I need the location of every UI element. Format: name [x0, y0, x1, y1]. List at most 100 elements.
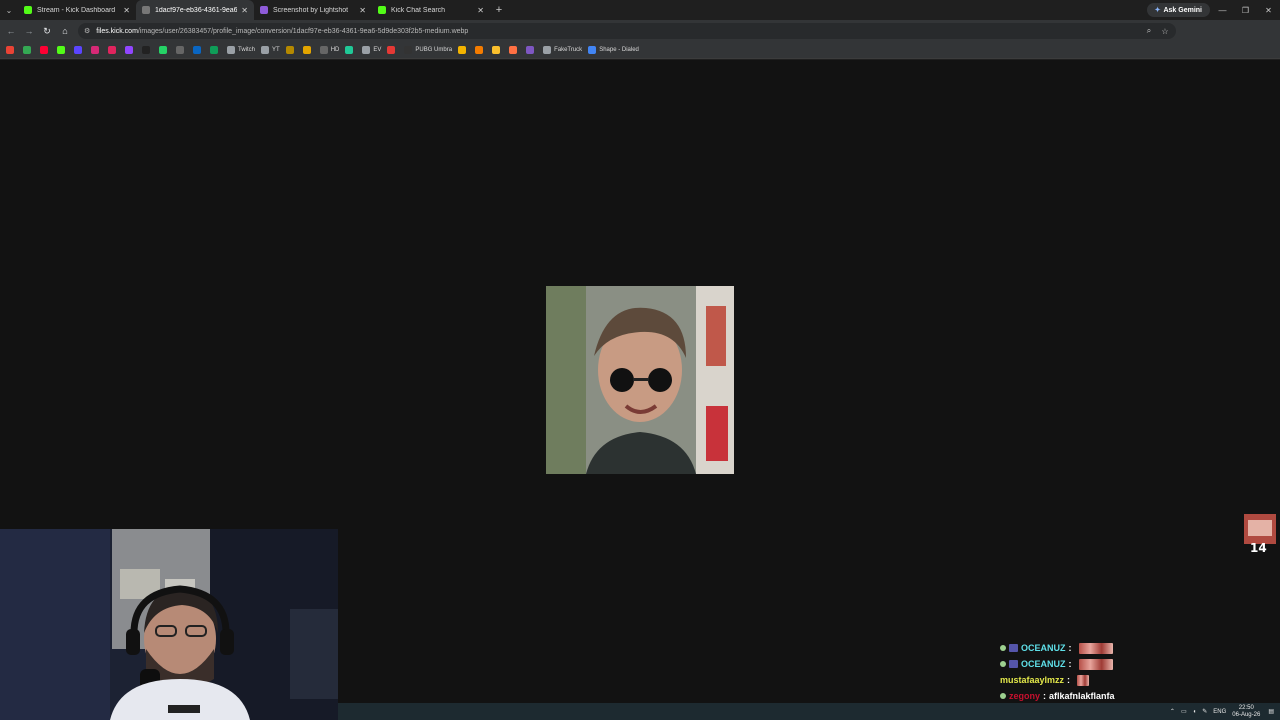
language-indicator[interactable]: ENG	[1213, 709, 1226, 715]
chat-separator: :	[1068, 659, 1072, 669]
close-window-icon[interactable]: ✕	[1257, 0, 1280, 20]
bookmark-label: PUBG Umbra	[415, 47, 453, 53]
address-bar[interactable]: ⚙ files.kick.com/images/user/26383457/pr…	[78, 23, 1176, 39]
bookmark-item[interactable]	[210, 46, 221, 54]
bookmark-item[interactable]	[74, 46, 85, 54]
chat-username: OCEANUZ	[1021, 659, 1066, 669]
new-tab-button[interactable]: +	[490, 4, 508, 16]
bookmark-label: Shape - Dialed	[599, 47, 639, 53]
ask-gemini-button[interactable]: ✦ Ask Gemini	[1146, 3, 1210, 17]
chat-username: OCEANUZ	[1021, 643, 1066, 653]
home-icon[interactable]: ⌂	[56, 20, 74, 42]
bookmark-item[interactable]: YT	[261, 46, 280, 54]
trophy-icon	[458, 46, 467, 54]
tab-1[interactable]: 1dacf97e-eb36-4361-9ea6-5d9✕	[136, 0, 254, 20]
bookmark-item[interactable]	[285, 46, 297, 54]
profile-image	[546, 286, 734, 474]
play-icon	[387, 46, 396, 54]
bookmark-item[interactable]: Shape - Dialed	[588, 46, 639, 54]
bookmark-item[interactable]: Twitch	[227, 46, 255, 54]
youtube-icon	[40, 46, 48, 54]
chevron-up-icon[interactable]: ⌃	[1170, 708, 1175, 715]
chat-separator: :	[1067, 675, 1071, 685]
close-tab-icon[interactable]: ✕	[241, 6, 248, 15]
zoom-icon[interactable]: ⌕	[1142, 23, 1156, 39]
bookmark-label: YT	[272, 47, 280, 53]
tumblr-icon	[108, 46, 116, 54]
globe-icon	[142, 6, 150, 14]
notification-icon[interactable]: ▤	[1268, 708, 1274, 715]
restore-icon[interactable]: ❐	[1234, 0, 1257, 20]
bookmark-item[interactable]: HD	[319, 46, 339, 54]
bookmark-item[interactable]	[91, 46, 102, 54]
chat-emote	[1078, 642, 1113, 654]
bookmark-label: FakeTruck	[554, 47, 583, 53]
bookmark-item[interactable]	[6, 46, 17, 54]
tab-strip: ⌄ Stream - Kick Dashboard ✕ 1dacf97e-eb36-…	[0, 0, 1280, 20]
bookmark-item[interactable]	[142, 46, 153, 54]
lightshot-icon	[260, 6, 268, 14]
chrome-icon	[588, 46, 597, 54]
subscriber-badge-icon	[1009, 644, 1018, 652]
tab-3[interactable]: Kick Chat Search ✕	[372, 0, 490, 20]
bookmark-item[interactable]	[125, 46, 136, 54]
clock[interactable]: 22:50 06-Aug-26	[1232, 705, 1260, 719]
subscriber-badge-icon	[1009, 660, 1018, 668]
minimize-icon[interactable]: —	[1211, 0, 1234, 20]
bookmark-item[interactable]: PUBG Umbra	[404, 46, 452, 54]
streamelements-icon	[74, 46, 82, 54]
bookmark-item[interactable]	[176, 46, 187, 54]
bookmark-item[interactable]	[475, 46, 486, 54]
bookmarks-bar: Twitch YT HD EV PUBG Umbra FakeTruck Shape - D…	[0, 42, 1280, 59]
chat-username: zegony	[1009, 691, 1041, 701]
close-tab-icon[interactable]: ✕	[359, 6, 366, 15]
close-tab-icon[interactable]: ✕	[477, 6, 484, 15]
calendar-icon	[509, 46, 518, 54]
tab-search-icon[interactable]: ⌄	[0, 0, 18, 20]
tab-2[interactable]: Screenshot by Lightshot ✕	[254, 0, 372, 20]
kick-icon	[378, 6, 386, 14]
webcam-overlay	[0, 529, 338, 720]
network-icon[interactable]: ▭	[1181, 708, 1187, 715]
kick-icon	[57, 46, 65, 54]
pen-icon[interactable]: ✎	[1202, 708, 1207, 715]
bookmark-item[interactable]	[159, 46, 170, 54]
bookmark-item[interactable]	[492, 46, 503, 54]
bookmark-item[interactable]	[387, 46, 398, 54]
volume-icon[interactable]: ◖	[1193, 709, 1197, 715]
twitch-icon	[125, 46, 133, 54]
pubg-icon	[404, 46, 413, 54]
bookmark-item[interactable]	[57, 46, 68, 54]
close-tab-icon[interactable]: ✕	[123, 6, 130, 15]
sheets-icon	[210, 46, 218, 54]
chat-icon	[345, 46, 354, 54]
chat-emote	[1078, 658, 1113, 670]
bookmark-item[interactable]: EV	[362, 46, 381, 54]
bookmark-item[interactable]	[345, 46, 356, 54]
bookmark-item[interactable]	[40, 46, 51, 54]
ask-gemini-label: Ask Gemini	[1163, 6, 1202, 14]
badge-icon	[1000, 645, 1006, 651]
bookmark-item[interactable]	[458, 46, 469, 54]
badge-icon	[1000, 693, 1006, 699]
bookmark-item[interactable]	[526, 46, 537, 54]
site-info-icon[interactable]: ⚙	[84, 27, 90, 35]
chat-text: aflkafnlakflanfa	[1049, 691, 1115, 701]
clock-date: 06-Aug-26	[1232, 711, 1261, 718]
bookmark-item[interactable]	[108, 46, 119, 54]
bookmark-item[interactable]: FakeTruck	[543, 46, 582, 54]
tab-0[interactable]: Stream - Kick Dashboard ✕	[18, 0, 136, 20]
bookmark-item[interactable]	[302, 46, 314, 54]
back-icon[interactable]: ←	[2, 20, 20, 42]
bookmark-item[interactable]	[23, 46, 34, 54]
reload-icon[interactable]: ↻	[38, 20, 56, 42]
bookmark-label: Twitch	[238, 47, 256, 53]
tab-title: 1dacf97e-eb36-4361-9ea6-5d9	[155, 6, 238, 14]
gmail-icon	[6, 46, 14, 54]
bookmark-item[interactable]	[509, 46, 520, 54]
bookmark-item[interactable]	[193, 46, 204, 54]
forward-icon[interactable]: →	[20, 20, 38, 42]
tab-title: Kick Chat Search	[391, 6, 446, 14]
bookmark-star-icon[interactable]: ☆	[1158, 23, 1172, 39]
maps-icon	[23, 46, 31, 54]
